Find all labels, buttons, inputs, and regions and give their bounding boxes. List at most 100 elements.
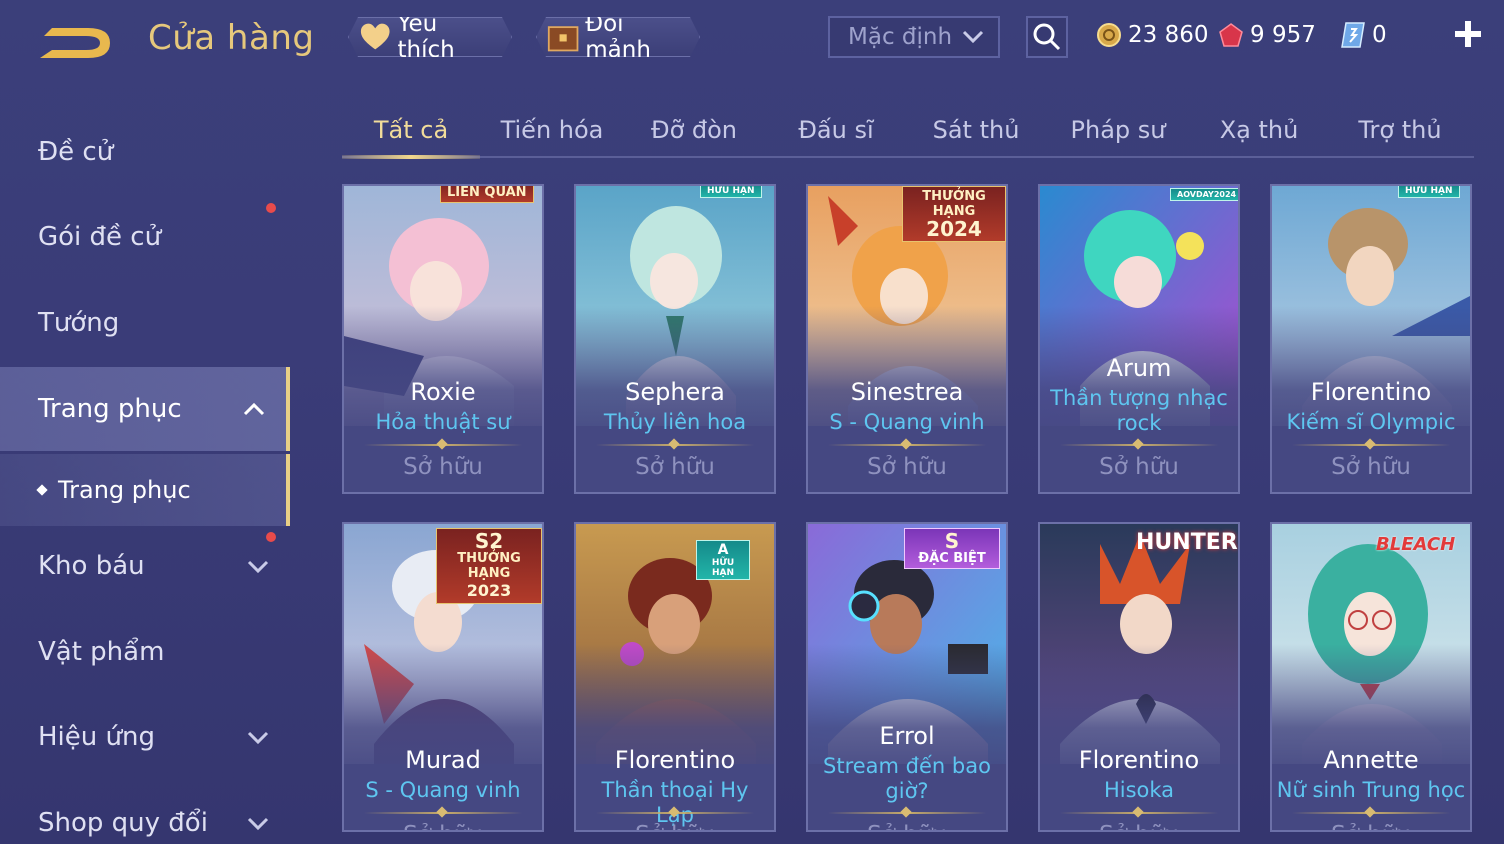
owned-status: Sở hữu (403, 454, 483, 480)
skin-name: Thần tượng nhạc rock (1050, 386, 1228, 435)
search-button[interactable] (1026, 16, 1068, 58)
gold-balance: 23 860 (1096, 18, 1208, 52)
notification-dot (266, 532, 276, 542)
owned-status: Sở hữu (344, 822, 542, 830)
tab-fighter[interactable]: Đấu sĩ (764, 104, 908, 156)
skin-card[interactable]: THƯỞNG HẠNG 2024 Sinestrea S - Quang vin… (806, 184, 1008, 494)
sidebar-item-label: Tướng (38, 308, 120, 338)
skin-name: Stream đến bao giờ? (823, 754, 991, 803)
sidebar-item-label: Vật phẩm (38, 637, 165, 667)
sidebar-item-recommended[interactable]: Đề cử (0, 110, 290, 194)
plus-icon (1455, 21, 1481, 47)
card-divider (596, 812, 754, 814)
owned-status: Sở hữu (1099, 454, 1179, 480)
skin-card[interactable]: HỮU HẠN Sephera Thủy liên hoa Sở hữu (574, 184, 776, 494)
back-button[interactable] (36, 22, 116, 64)
skin-badge: AOVDAY2024 (1170, 188, 1238, 201)
notification-dot (266, 203, 276, 213)
sidebar-item-label: Kho báu (38, 551, 145, 581)
card-divider (1292, 812, 1450, 814)
red-gem-icon (1219, 23, 1243, 47)
card-divider (364, 444, 522, 446)
hero-name: Sinestrea (850, 378, 964, 406)
sidebar-item-effects[interactable]: Hiệu ứng (0, 695, 290, 779)
sidebar-item-label: Shop quy đổi (38, 808, 208, 838)
sidebar-subitem-skins[interactable]: Trang phục (0, 454, 290, 526)
voucher-balance: 0 (1340, 18, 1387, 52)
skin-badge: HỮU HẠN (1398, 186, 1460, 198)
card-divider (364, 812, 522, 814)
category-tabs: Tất cả Tiến hóa Đỡ đòn Đấu sĩ Sát thủ Ph… (342, 104, 1474, 159)
skin-name: Thần thoại Hy Lạp (601, 778, 749, 827)
hero-name: Roxie (410, 378, 476, 406)
badge-top: S (944, 529, 960, 553)
sidebar-item-skins[interactable]: Trang phục (0, 367, 290, 451)
skin-card[interactable]: LIÊN QUÂN Roxie Hỏa thuật sư Sở hữu (342, 184, 544, 494)
owned-status: Sở hữu (1272, 822, 1470, 830)
chevron-down-icon (247, 731, 269, 745)
owned-status: Sở hữu (867, 454, 947, 480)
sidebar-item-exchange-shop[interactable]: Shop quy đổi (0, 781, 290, 844)
top-up-button[interactable] (1450, 16, 1486, 52)
hero-name: Arum (1106, 354, 1172, 382)
owned-status: Sở hữu (808, 822, 1006, 830)
card-divider (828, 444, 986, 446)
gem-balance: 9 957 (1218, 18, 1316, 52)
skin-card[interactable]: HỮU HẠN Florentino Kiếm sĩ Olympic Sở hữ… (1270, 184, 1472, 494)
owned-status: Sở hữu (576, 822, 774, 830)
tab-assassin[interactable]: Sát thủ (908, 104, 1044, 156)
gem-amount: 9 957 (1250, 22, 1316, 48)
card-divider (596, 444, 754, 446)
tab-mage[interactable]: Pháp sư (1044, 104, 1192, 156)
tab-all[interactable]: Tất cả (342, 104, 480, 159)
sidebar-item-heroes[interactable]: Tướng (0, 281, 290, 365)
skin-card[interactable]: S ĐẶC BIỆT Errol Stream đến bao giờ? Sở … (806, 522, 1008, 832)
skin-grid: LIÊN QUÂN Roxie Hỏa thuật sư Sở hữu HỮU … (342, 184, 1474, 844)
treasure-chest-icon (547, 20, 579, 54)
skin-name: Hisoka (1103, 778, 1175, 802)
tab-marksman[interactable]: Xạ thủ (1192, 104, 1326, 156)
shard-exchange-button[interactable]: Đổi mảnh (536, 17, 700, 57)
chevron-down-icon (247, 817, 269, 831)
skin-badge: S ĐẶC BIỆT (904, 528, 1000, 569)
tab-support[interactable]: Trợ thủ (1326, 104, 1474, 156)
skin-card[interactable]: A HỮU HẠN Florentino Thần thoại Hy Lạp S… (574, 522, 776, 832)
sidebar-item-recommended-packs[interactable]: Gói đề cử (0, 195, 290, 279)
favorites-button[interactable]: Yêu thích (348, 17, 512, 57)
owned-status: Sở hữu (635, 454, 715, 480)
heart-icon (359, 22, 391, 52)
badge-top: A (717, 542, 729, 558)
skin-card[interactable]: AOVDAY2024 Arum Thần tượng nhạc rock Sở … (1038, 184, 1240, 494)
sort-value: Mặc định (848, 24, 953, 50)
sidebar-item-items[interactable]: Vật phẩm (0, 610, 290, 694)
hero-name: Annette (1323, 746, 1419, 774)
sort-dropdown[interactable]: Mặc định (828, 16, 1000, 58)
skin-name: Hỏa thuật sư (375, 410, 511, 434)
hero-name: Florentino (1310, 378, 1432, 406)
badge-label: ĐẶC BIỆT (918, 551, 986, 566)
skin-badge: THƯỞNG HẠNG 2024 (902, 186, 1006, 242)
top-bar: Cửa hàng Yêu thích Đổi mảnh Mặc định 23 … (0, 0, 1504, 80)
page-title: Cửa hàng (148, 18, 315, 58)
hero-name: Sephera (625, 378, 725, 406)
skin-card[interactable]: S2 THƯỞNG HẠNG 2023 Murad S - Quang vinh… (342, 522, 544, 832)
owned-status: Sở hữu (1331, 454, 1411, 480)
skin-card[interactable]: BLEACH Annette Nữ sinh Trung học Sở hữu (1270, 522, 1472, 832)
hero-name: Florentino (1078, 746, 1200, 774)
voucher-card-icon (1341, 22, 1365, 48)
chevron-down-icon (962, 30, 984, 44)
chevron-up-icon (243, 402, 265, 416)
tab-tank[interactable]: Đỡ đòn (624, 104, 764, 156)
skin-badge: LIÊN QUÂN (440, 186, 534, 203)
sidebar-item-treasure[interactable]: Kho báu (0, 524, 290, 608)
sidebar-item-label: Trang phục (38, 394, 182, 424)
skin-card[interactable]: HUNTER Florentino Hisoka Sở hữu (1038, 522, 1240, 832)
hero-name: Florentino (614, 746, 736, 774)
skin-name: S - Quang vinh (829, 410, 985, 434)
favorites-label: Yêu thích (397, 11, 455, 63)
sidebar: Đề cử Gói đề cử Tướng Trang phục Trang p… (0, 80, 290, 844)
sidebar-item-label: Gói đề cử (38, 222, 162, 252)
badge-label: HỮU HẠN (711, 558, 735, 578)
tab-evolution[interactable]: Tiến hóa (480, 104, 624, 156)
owned-status: Sở hữu (1040, 822, 1238, 830)
